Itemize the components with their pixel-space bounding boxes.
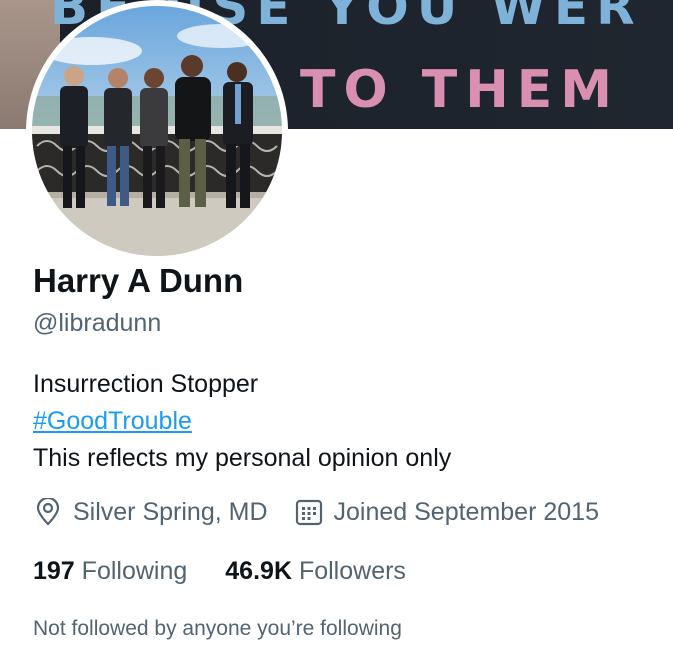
following-label: Following	[81, 557, 188, 585]
banner-text-line2: TO THEM	[300, 60, 621, 120]
profile-name: Harry A Dunn	[33, 262, 244, 299]
location-text: Silver Spring, MD	[73, 497, 268, 526]
not-followed-note: Not followed by anyone you’re following	[33, 617, 402, 640]
followers-label: Followers	[298, 557, 406, 585]
profile-bio: Insurrection Stopper #GoodTrouble This r…	[33, 366, 451, 477]
followers-count: 46.9K	[225, 557, 292, 585]
profile-handle: @libradunn	[33, 309, 162, 337]
bio-line: This reflects my personal opinion only	[33, 444, 452, 472]
following-link[interactable]: 197 Following	[33, 557, 187, 586]
profile-stats: 197 Following 46.9K Followers	[33, 557, 406, 586]
profile-joined: Joined September 2015	[294, 497, 599, 527]
calendar-icon	[294, 497, 324, 527]
avatar-photo	[32, 6, 282, 256]
location-pin-icon	[33, 497, 63, 527]
bio-line: Insurrection Stopper	[33, 370, 259, 398]
following-count: 197	[33, 557, 75, 585]
bio-hashtag-link[interactable]: #GoodTrouble	[33, 407, 192, 435]
profile-location: Silver Spring, MD	[33, 497, 268, 527]
joined-text: Joined September 2015	[333, 497, 599, 526]
profile-meta: Silver Spring, MD Joined September 2015	[33, 497, 599, 527]
followers-link[interactable]: 46.9K Followers	[225, 557, 406, 586]
profile-avatar[interactable]	[26, 0, 288, 262]
